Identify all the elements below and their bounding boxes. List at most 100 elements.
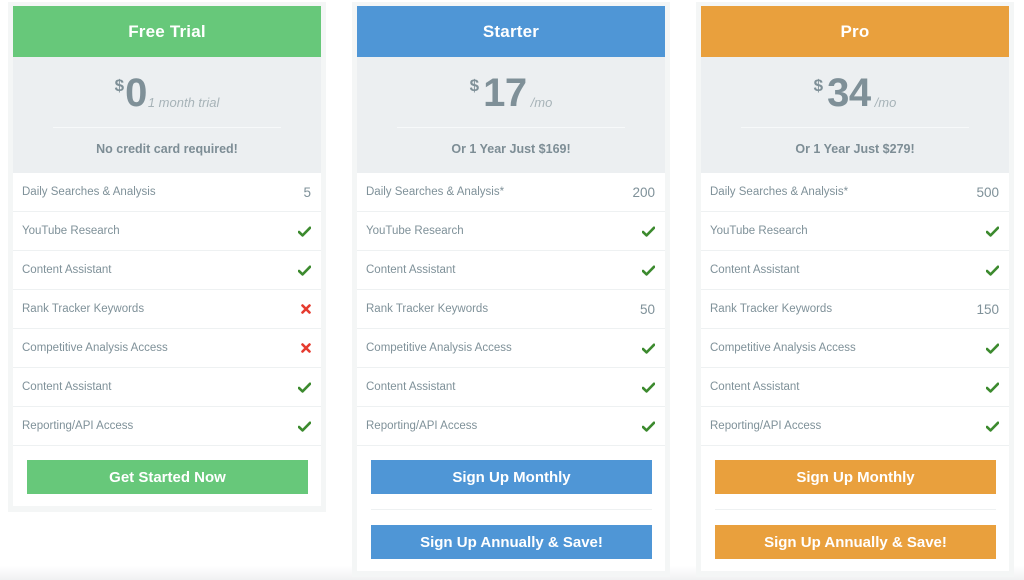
feature-label: Reporting/API Access [22, 420, 134, 432]
feature-row: Competitive Analysis Access [13, 329, 321, 368]
feature-row: Rank Tracker Keywords 50 [357, 290, 665, 329]
feature-row: YouTube Research [701, 212, 1009, 251]
check-icon [642, 382, 655, 393]
sign-up-monthly-button[interactable]: Sign Up Monthly [371, 460, 652, 494]
check-icon [642, 421, 655, 432]
feature-row: Daily Searches & Analysis* 200 [357, 173, 665, 212]
check-icon [298, 421, 311, 432]
check-icon [642, 226, 655, 237]
cross-icon [301, 304, 311, 314]
feature-value: 5 [303, 184, 311, 200]
price: $ 17 /mo [357, 71, 665, 115]
feature-row: Content Assistant [13, 251, 321, 290]
plan-card-free-trial: Free Trial $ 0 1 month trial No credit c… [8, 2, 326, 512]
feature-row: Reporting/API Access [357, 407, 665, 446]
price-period: 1 month trial [147, 95, 220, 110]
feature-label: Content Assistant [22, 381, 112, 393]
price-note: Or 1 Year Just $169! [451, 142, 571, 156]
plan-header: Pro [701, 6, 1009, 57]
get-started-button[interactable]: Get Started Now [27, 460, 308, 494]
plan-card-starter: Starter $ 17 /mo Or 1 Year Just $169! Da… [352, 2, 670, 577]
feature-row: Competitive Analysis Access [701, 329, 1009, 368]
price-note: No credit card required! [96, 142, 238, 156]
price-box: $ 17 /mo Or 1 Year Just $169! [357, 57, 665, 173]
feature-row: Competitive Analysis Access [357, 329, 665, 368]
sign-up-annually-button[interactable]: Sign Up Annually & Save! [715, 525, 996, 559]
feature-label: Reporting/API Access [710, 420, 822, 432]
button-divider [715, 509, 996, 510]
feature-row: YouTube Research [13, 212, 321, 251]
price-divider [53, 127, 281, 128]
price-amount: 34 [827, 71, 871, 115]
feature-row: Content Assistant [357, 251, 665, 290]
feature-label: Competitive Analysis Access [22, 342, 168, 354]
feature-row: Daily Searches & Analysis 5 [13, 173, 321, 212]
feature-row: Reporting/API Access [701, 407, 1009, 446]
price-box: $ 34 /mo Or 1 Year Just $279! [701, 57, 1009, 173]
feature-label: Competitive Analysis Access [710, 342, 856, 354]
plan-header: Starter [357, 6, 665, 57]
price-period: /mo [874, 95, 897, 110]
price: $ 34 /mo [701, 71, 1009, 115]
feature-label: Rank Tracker Keywords [710, 303, 833, 315]
check-icon [986, 265, 999, 276]
feature-label: YouTube Research [710, 225, 808, 237]
currency-symbol: $ [114, 76, 125, 95]
plan-name: Starter [482, 21, 540, 41]
cross-icon [301, 343, 311, 353]
feature-label: Daily Searches & Analysis* [366, 186, 505, 198]
price: $ 0 1 month trial [13, 71, 321, 115]
feature-label: Content Assistant [22, 264, 112, 276]
sign-up-annually-button[interactable]: Sign Up Annually & Save! [371, 525, 652, 559]
price-box: $ 0 1 month trial No credit card require… [13, 57, 321, 173]
feature-label: Rank Tracker Keywords [366, 303, 489, 315]
sign-up-monthly-button[interactable]: Sign Up Monthly [715, 460, 996, 494]
feature-row: Daily Searches & Analysis* 500 [701, 173, 1009, 212]
feature-row: Content Assistant [701, 368, 1009, 407]
feature-row: Content Assistant [13, 368, 321, 407]
feature-list: Daily Searches & Analysis* 500 YouTube Res… [701, 173, 1009, 446]
plan-name: Pro [840, 21, 870, 41]
feature-list: Daily Searches & Analysis* 200 YouTube Res… [357, 173, 665, 446]
price-divider [397, 127, 625, 128]
feature-label: YouTube Research [22, 225, 120, 237]
plan-actions: Get Started Now [13, 446, 321, 506]
feature-row: Reporting/API Access [13, 407, 321, 446]
check-icon [642, 343, 655, 354]
feature-label: Content Assistant [366, 381, 456, 393]
price-amount: 0 [125, 71, 147, 115]
feature-label: Content Assistant [710, 381, 800, 393]
feature-row: Content Assistant [701, 251, 1009, 290]
plan-header: Free Trial [13, 6, 321, 57]
feature-value: 500 [976, 184, 999, 200]
check-icon [298, 226, 311, 237]
check-icon [298, 382, 311, 393]
feature-row: YouTube Research [357, 212, 665, 251]
feature-value: 200 [632, 184, 655, 200]
button-divider [371, 509, 652, 510]
feature-label: Competitive Analysis Access [366, 342, 512, 354]
check-icon [986, 226, 999, 237]
plan-name: Free Trial [128, 21, 206, 41]
feature-label: Rank Tracker Keywords [22, 303, 145, 315]
feature-label: YouTube Research [366, 225, 464, 237]
feature-value: 150 [976, 301, 999, 317]
currency-symbol: $ [813, 76, 824, 95]
feature-label: Content Assistant [366, 264, 456, 276]
plan-actions: Sign Up Monthly Sign Up Annually & Save! [701, 446, 1009, 571]
feature-label: Content Assistant [710, 264, 800, 276]
plan-card-pro: Pro $ 34 /mo Or 1 Year Just $279! Daily … [696, 2, 1014, 577]
feature-label: Daily Searches & Analysis* [710, 186, 849, 198]
feature-value: 50 [639, 301, 655, 317]
check-icon [298, 265, 311, 276]
plan-actions: Sign Up Monthly Sign Up Annually & Save! [357, 446, 665, 571]
feature-label: Daily Searches & Analysis [22, 186, 156, 198]
price-amount: 17 [483, 71, 527, 115]
feature-label: Reporting/API Access [366, 420, 478, 432]
feature-row: Rank Tracker Keywords [13, 290, 321, 329]
price-divider [741, 127, 969, 128]
feature-row: Content Assistant [357, 368, 665, 407]
price-note: Or 1 Year Just $279! [795, 142, 915, 156]
feature-row: Rank Tracker Keywords 150 [701, 290, 1009, 329]
feature-list: Daily Searches & Analysis 5 YouTube Resear… [13, 173, 321, 446]
